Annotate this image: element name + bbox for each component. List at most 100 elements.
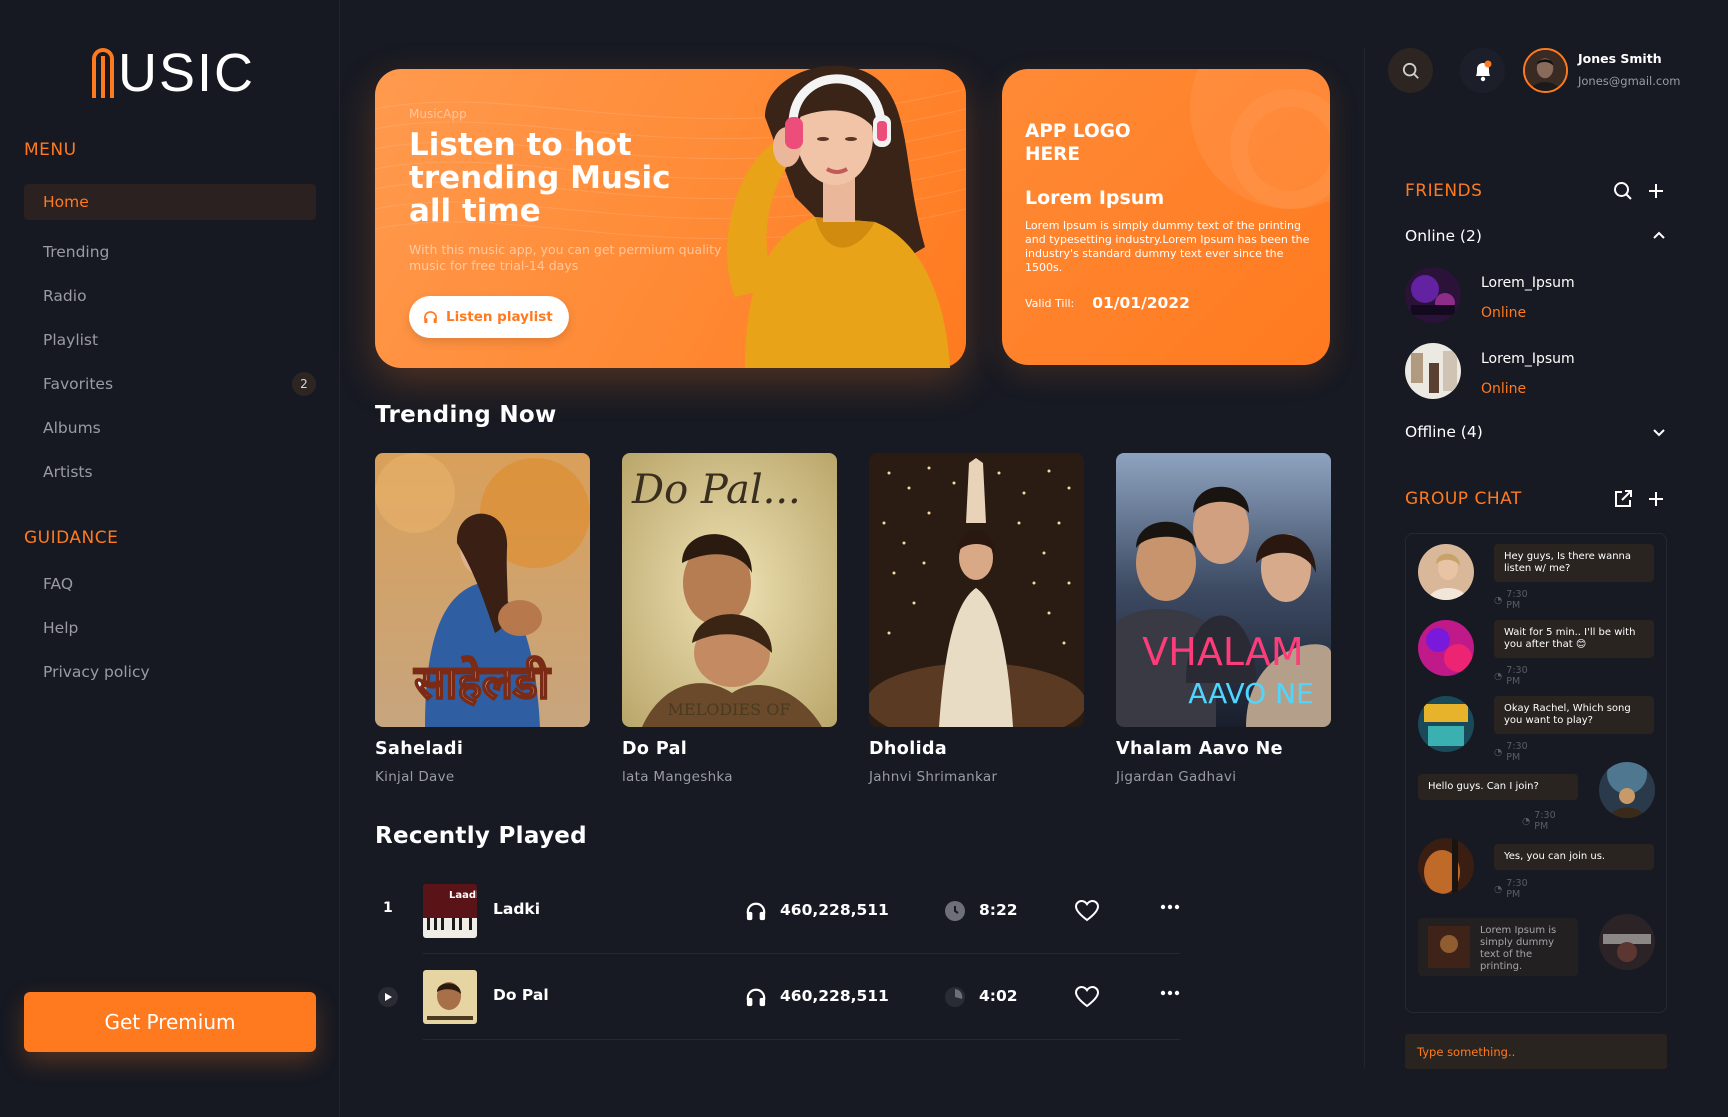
track-duration: 4:02 (979, 987, 1018, 1005)
chat-time: ◔ 7:30 PM (1522, 810, 1556, 832)
search-icon (1402, 62, 1419, 79)
sidebar-item-faq[interactable]: FAQ (24, 566, 316, 602)
chevron-down-icon[interactable] (1652, 427, 1666, 437)
trending-card[interactable]: VHALAM AAVO NE Vhalam Aavo Ne Jigardan G… (1116, 453, 1331, 785)
sidebar-item-favorites[interactable]: Favorites 2 (24, 366, 316, 402)
sidebar-item-help[interactable]: Help (24, 610, 316, 646)
svg-text:VHALAM: VHALAM (1142, 630, 1303, 674)
hero-banner: MusicApp Listen to hot trending Music al… (375, 65, 966, 368)
hero-eyebrow: MusicApp (409, 107, 467, 121)
sidebar-item-label: Playlist (43, 331, 99, 349)
play-icon[interactable] (378, 987, 398, 1007)
track-duration: 8:22 (979, 901, 1018, 919)
track-thumbnail: Laadl (423, 884, 477, 938)
more-options-icon[interactable] (1160, 990, 1180, 996)
trending-song-artist: Kinjal Dave (375, 769, 455, 785)
offline-group-label[interactable]: Offline (4) (1405, 423, 1483, 441)
valid-till-date: 01/01/2022 (1092, 294, 1190, 312)
valid-till-label: Valid Till: (1025, 296, 1075, 310)
friend-item[interactable]: Lorem_Ipsum Online (1405, 343, 1645, 399)
album-cover-image: साहेलडी (375, 453, 590, 727)
listen-playlist-label: Listen playlist (446, 309, 553, 325)
add-friend-icon[interactable] (1647, 182, 1665, 200)
promo-app-logo: APP LOGO HERE (1025, 121, 1131, 165)
logo-m-mark (92, 48, 114, 98)
album-cover-image (869, 453, 1084, 727)
sidebar-item-trending[interactable]: Trending (24, 234, 316, 270)
friend-status: Online (1481, 381, 1527, 397)
more-options-icon[interactable] (1160, 904, 1180, 910)
add-chat-icon[interactable] (1647, 490, 1665, 508)
chat-bubble: Hello guys. Can I join? (1418, 774, 1578, 800)
trending-card[interactable]: Dholida Jahnvi Shrimankar (869, 453, 1084, 785)
chevron-up-icon[interactable] (1652, 230, 1666, 240)
chat-time-text: 7:30 PM (1506, 589, 1528, 611)
sidebar-item-label: Favorites (43, 375, 114, 393)
bell-icon (1475, 60, 1491, 81)
track-index: 1 (383, 900, 393, 916)
trending-card[interactable]: साहेलडी Saheladi Kinjal Dave (375, 453, 590, 785)
clock-icon: ◔ (1494, 746, 1503, 758)
chat-avatar (1599, 762, 1655, 818)
favorites-count-badge: 2 (292, 372, 316, 396)
chat-avatar (1418, 620, 1474, 676)
hero-title: Listen to hot trending Music all time (409, 127, 671, 229)
online-group-label[interactable]: Online (2) (1405, 227, 1482, 245)
clock-icon: ◔ (1522, 815, 1531, 827)
play-count: 460,228,511 (780, 987, 889, 1005)
chat-time-text: 7:30 PM (1506, 878, 1528, 900)
chat-time: ◔ 7:30 PM (1494, 589, 1528, 611)
clock-icon (945, 901, 965, 921)
sidebar-item-playlist[interactable]: Playlist (24, 322, 316, 358)
clock-icon (945, 987, 965, 1007)
sidebar-item-artists[interactable]: Artists (24, 454, 316, 490)
friend-status: Online (1481, 305, 1527, 321)
heart-icon[interactable] (1075, 900, 1099, 922)
chat-time-text: 7:30 PM (1506, 665, 1528, 687)
promo-validity: Valid Till: 01/01/2022 (1025, 294, 1190, 312)
svg-text:Laadl: Laadl (449, 890, 477, 901)
sidebar-item-albums[interactable]: Albums (24, 410, 316, 446)
chat-avatar (1418, 696, 1474, 752)
clock-icon: ◔ (1494, 670, 1503, 682)
recently-played-title: Recently Played (375, 823, 587, 849)
app-logo[interactable]: USIC (92, 46, 255, 100)
promo-card[interactable]: APP LOGO HERE Lorem Ipsum Lorem Ipsum is… (1002, 69, 1330, 365)
guidance-title: GUIDANCE (24, 528, 119, 548)
sidebar-item-home[interactable]: Home (24, 184, 316, 220)
heart-icon[interactable] (1075, 986, 1099, 1008)
table-row[interactable]: Do Pal 460,228,511 4:02 (375, 954, 1180, 1040)
shared-media-thumbnail (1428, 926, 1470, 968)
friends-title: FRIENDS (1405, 181, 1483, 201)
trending-song-artist: Jahnvi Shrimankar (869, 769, 998, 785)
chat-message-input[interactable]: Type something.. (1405, 1034, 1667, 1069)
sidebar-item-radio[interactable]: Radio (24, 278, 316, 314)
search-button[interactable] (1388, 48, 1433, 93)
trending-song-title: Dholida (869, 739, 948, 759)
chat-avatar (1599, 914, 1655, 970)
notifications-button[interactable] (1460, 48, 1505, 93)
listen-playlist-button[interactable]: Listen playlist (409, 296, 569, 338)
table-row[interactable]: 1 Laadl Ladki 460,228,511 8:22 (375, 868, 1180, 954)
menu-title: MENU (24, 140, 77, 160)
group-chat-panel[interactable]: Hey guys, Is there wanna listen w/ me? ◔… (1405, 533, 1667, 1013)
sidebar-item-label: Artists (43, 463, 93, 481)
trending-song-artist: lata Mangeshka (622, 769, 733, 785)
sidebar-item-label: Trending (43, 243, 110, 261)
chat-bubble: Okay Rachel, Which song you want to play… (1494, 696, 1654, 734)
clock-icon: ◔ (1494, 883, 1503, 895)
trending-title: Trending Now (375, 402, 557, 428)
sidebar-item-privacy[interactable]: Privacy policy (24, 654, 316, 690)
trending-card[interactable]: Do Pal... MELODIES OF Do Pal lata Manges… (622, 453, 837, 785)
chat-bubble: Hey guys, Is there wanna listen w/ me? (1494, 544, 1654, 582)
external-link-icon[interactable] (1613, 489, 1633, 509)
group-chat-title: GROUP CHAT (1405, 489, 1522, 509)
friend-item[interactable]: Lorem_Ipsum Online (1405, 267, 1645, 323)
avatar[interactable] (1523, 48, 1568, 93)
get-premium-button[interactable]: Get Premium (24, 992, 316, 1052)
trending-song-artist: Jigardan Gadhavi (1116, 769, 1237, 785)
search-icon[interactable] (1613, 181, 1633, 201)
headphones-icon (746, 988, 766, 1007)
chat-bubble: Yes, you can join us. (1494, 844, 1654, 870)
friend-avatar (1405, 267, 1461, 323)
